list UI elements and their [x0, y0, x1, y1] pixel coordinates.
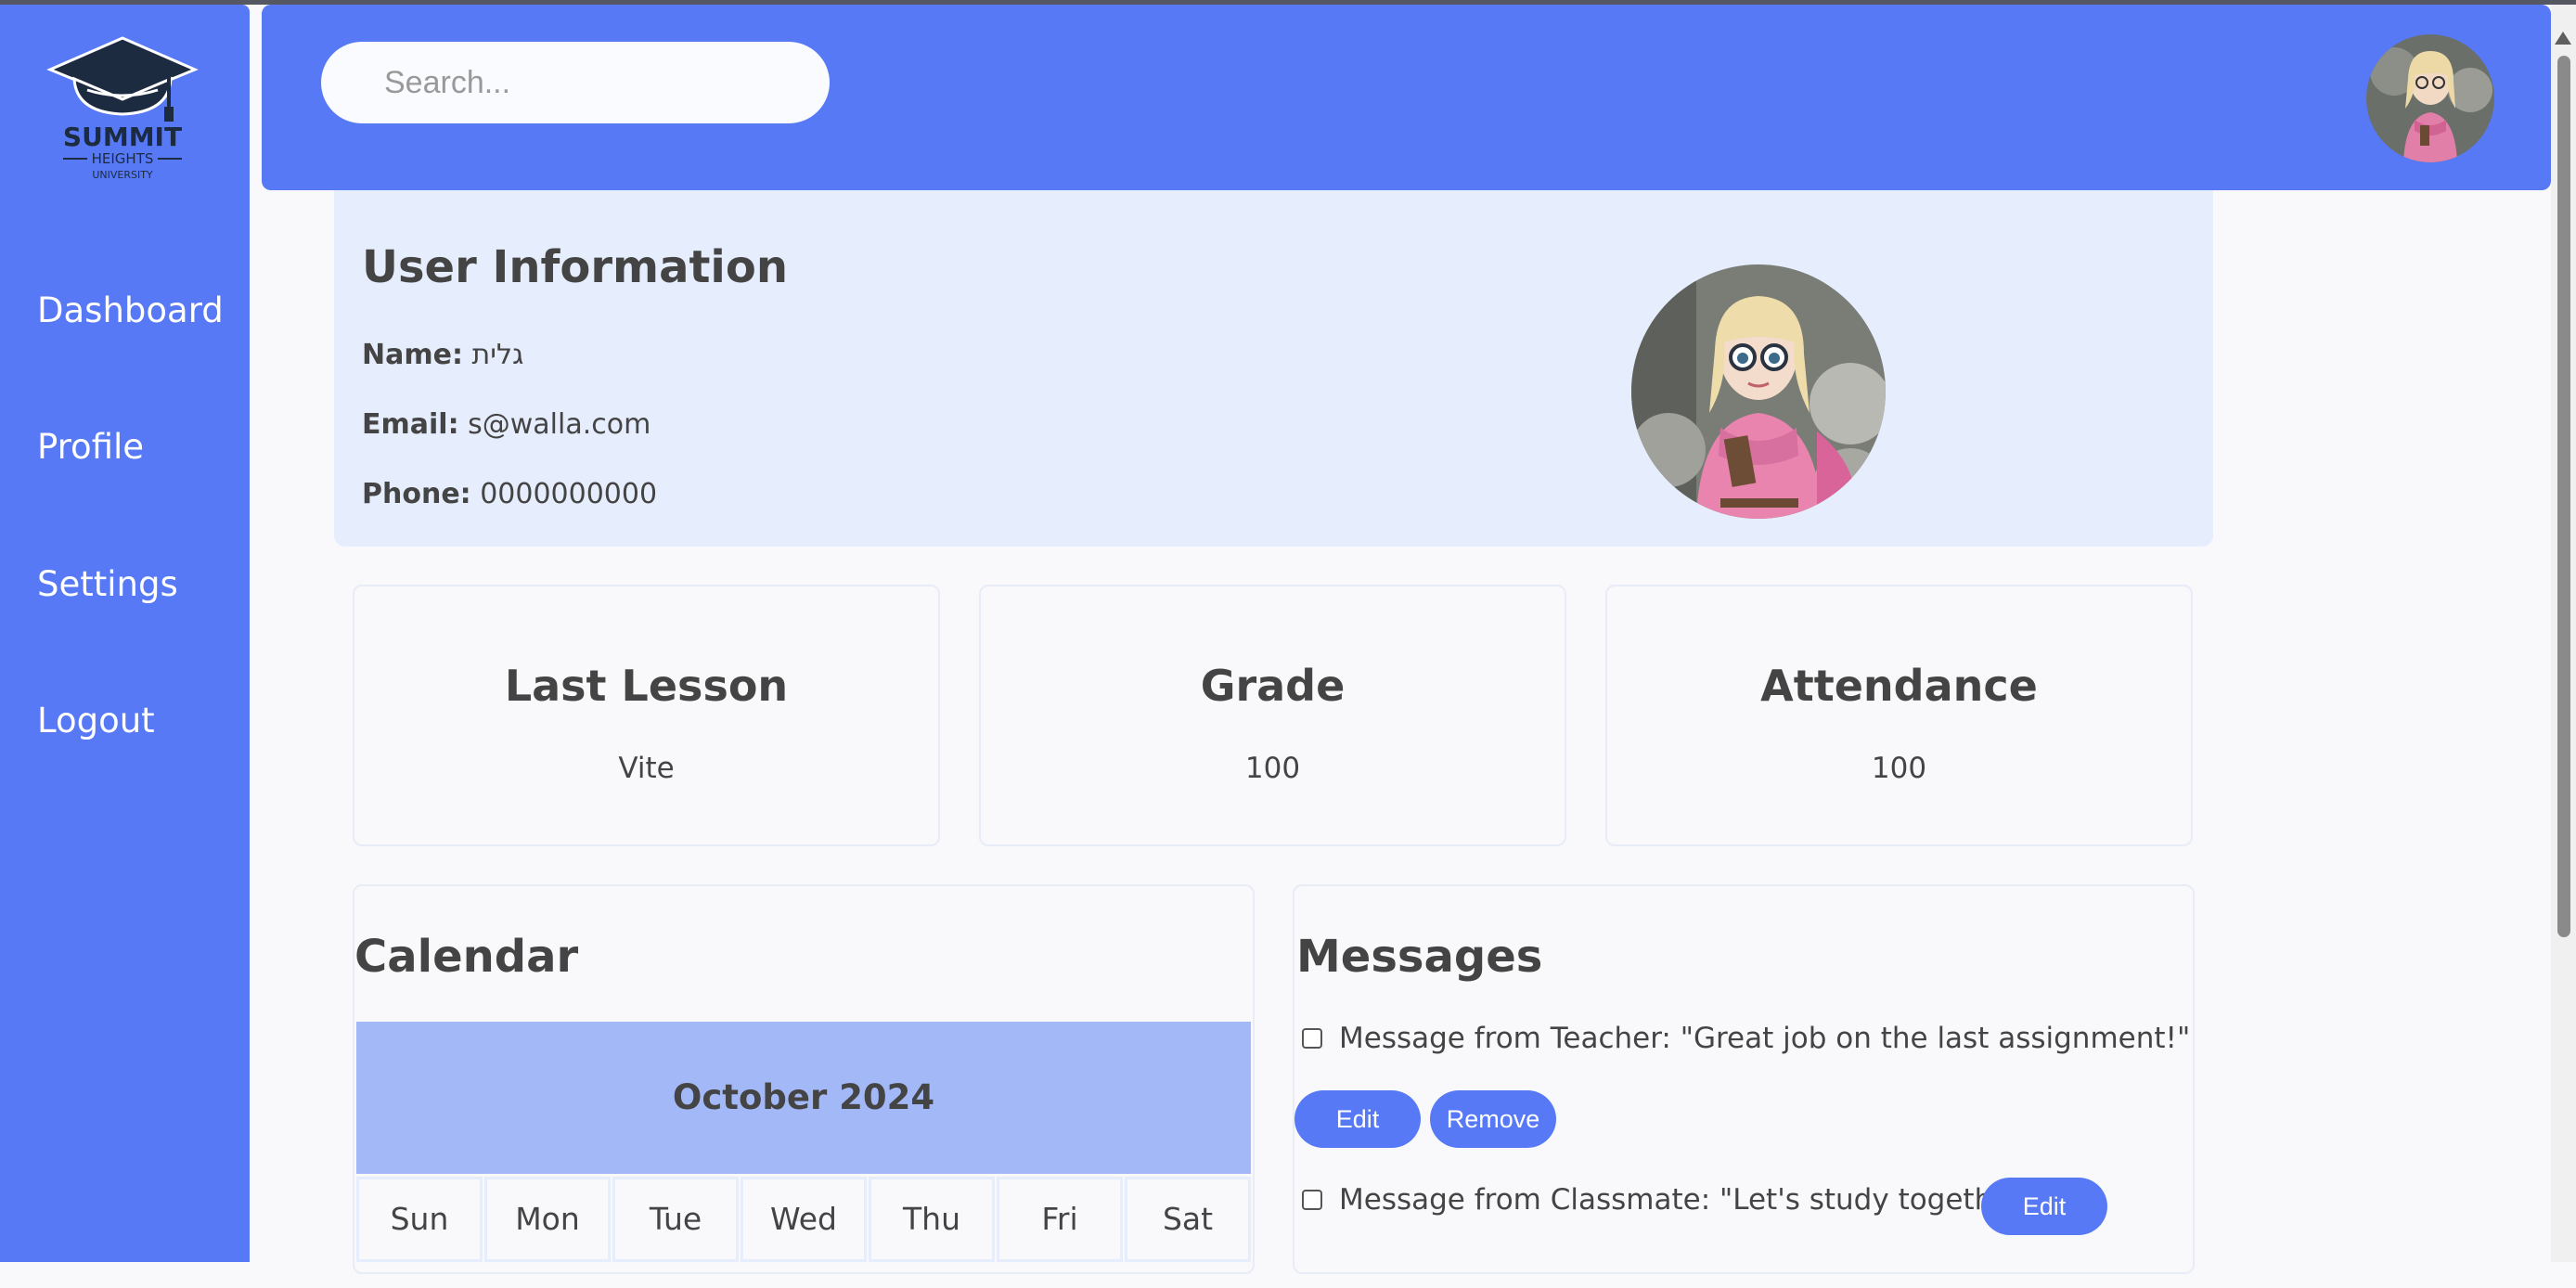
weekday-fri: Fri	[997, 1177, 1123, 1262]
edit-button[interactable]: Edit	[1981, 1178, 2107, 1235]
message-item: Message from Teacher: "Great job on the …	[1302, 1022, 2190, 1055]
name-label: Name:	[362, 339, 463, 371]
sidebar-item-profile[interactable]: Profile	[37, 427, 144, 467]
profile-image	[1631, 264, 1886, 519]
name-value: גלית	[471, 339, 524, 371]
svg-text:HEIGHTS: HEIGHTS	[92, 150, 154, 167]
calendar-weekday-row: Sun Mon Tue Wed Thu Fri Sat	[356, 1177, 1251, 1288]
sidebar-item-settings[interactable]: Settings	[37, 564, 178, 604]
weekday-mon: Mon	[484, 1177, 611, 1262]
weekday-sat: Sat	[1125, 1177, 1251, 1262]
message-item: Message from Classmate: "Let's study tog…	[1302, 1183, 2047, 1217]
message-checkbox[interactable]	[1302, 1190, 1322, 1210]
phone-value: 0000000000	[480, 478, 658, 510]
last-lesson-value: Vite	[618, 752, 675, 785]
messages-panel: Messages Message from Teacher: "Great jo…	[1293, 884, 2195, 1274]
calendar-month-header: October 2024	[356, 1022, 1251, 1174]
remove-button[interactable]: Remove	[1430, 1090, 1556, 1148]
email-label: Email:	[362, 408, 459, 441]
attendance-value: 100	[1871, 752, 1927, 785]
edit-button[interactable]: Edit	[1294, 1090, 1421, 1148]
attendance-title: Attendance	[1760, 661, 2038, 711]
graduation-cap-logo-icon: SUMMIT HEIGHTS UNIVERSITY	[46, 36, 199, 181]
svg-text:UNIVERSITY: UNIVERSITY	[92, 169, 153, 181]
avatar-image	[2366, 34, 2494, 162]
sidebar-item-logout[interactable]: Logout	[37, 701, 155, 741]
messages-title: Messages	[1296, 931, 1543, 983]
university-logo: SUMMIT HEIGHTS UNIVERSITY	[39, 32, 206, 181]
user-phone-row: Phone: 0000000000	[362, 478, 657, 510]
grade-title: Grade	[1200, 661, 1346, 711]
grade-card: Grade 100	[979, 585, 1566, 846]
calendar-panel: Calendar October 2024 Sun Mon Tue Wed Th…	[353, 884, 1255, 1274]
last-lesson-card: Last Lesson Vite	[353, 585, 940, 846]
search-input[interactable]	[321, 42, 830, 123]
weekday-tue: Tue	[612, 1177, 739, 1262]
scrollbar-thumb[interactable]	[2557, 56, 2570, 937]
email-value: s@walla.com	[468, 408, 651, 441]
svg-text:SUMMIT: SUMMIT	[63, 122, 182, 152]
user-email-row: Email: s@walla.com	[362, 408, 650, 441]
weekday-wed: Wed	[741, 1177, 867, 1262]
grade-value: 100	[1244, 752, 1301, 785]
scroll-up-arrow-icon[interactable]	[2555, 32, 2571, 45]
user-information-panel: User Information Name: גלית Email: s@wal…	[334, 190, 2213, 547]
user-avatar[interactable]	[2366, 34, 2494, 162]
top-header	[262, 5, 2551, 190]
user-name-row: Name: גלית	[362, 339, 523, 371]
sidebar: SUMMIT HEIGHTS UNIVERSITY Dashboard Prof…	[0, 5, 250, 1262]
profile-picture	[1631, 264, 1886, 519]
sidebar-item-dashboard[interactable]: Dashboard	[37, 290, 224, 330]
user-information-title: User Information	[362, 241, 788, 293]
last-lesson-title: Last Lesson	[504, 661, 789, 711]
calendar-title: Calendar	[354, 931, 579, 983]
message-text: Message from Classmate: "Let's study tog…	[1339, 1183, 2047, 1217]
attendance-card: Attendance 100	[1605, 585, 2193, 846]
weekday-thu: Thu	[869, 1177, 995, 1262]
message-text: Message from Teacher: "Great job on the …	[1339, 1022, 2191, 1055]
weekday-sun: Sun	[356, 1177, 483, 1262]
message-checkbox[interactable]	[1302, 1028, 1322, 1049]
phone-label: Phone:	[362, 478, 471, 510]
